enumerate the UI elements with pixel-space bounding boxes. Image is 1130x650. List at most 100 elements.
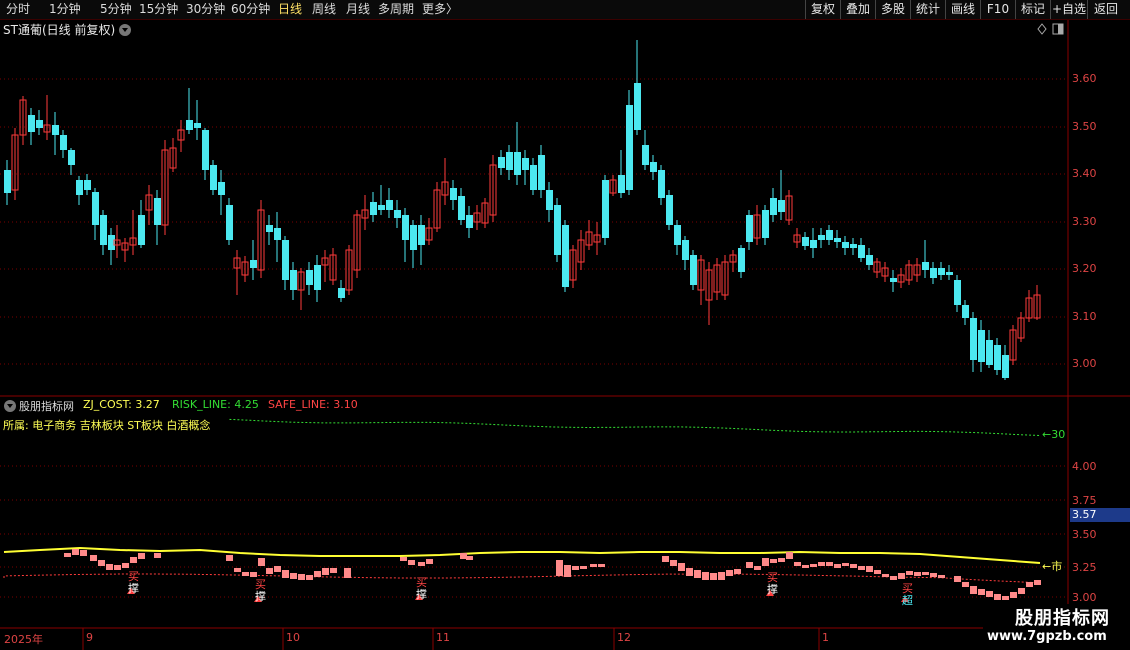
indicator-bar (258, 558, 265, 566)
candle-body (970, 318, 977, 360)
overlay-button[interactable]: 叠加 (840, 0, 875, 19)
candle-body (290, 270, 297, 290)
candle-body (818, 235, 825, 240)
stock-title-label: ST通葡(日线 前复权) (3, 23, 116, 37)
candle-body (994, 345, 1001, 370)
indicator-bar (930, 573, 937, 577)
candle-body (161, 149, 169, 226)
candle-body (1009, 329, 1017, 361)
period-tab-more[interactable]: 更多〉 (422, 2, 458, 17)
candle-body (19, 99, 27, 136)
signal-bottom: 撑 (416, 588, 427, 601)
candle-body (897, 274, 905, 283)
indicator-bar (418, 562, 425, 566)
indicator-bar (572, 566, 579, 570)
period-toolbar: 分时 1分钟 5分钟 15分钟 30分钟 60分钟 日线 周线 月线 多周期 更… (0, 0, 1130, 20)
candle-body (593, 234, 601, 243)
period-tab-60min[interactable]: 60分钟 (231, 2, 270, 17)
signal-bottom: 撑 (767, 583, 778, 596)
period-tab-monthly[interactable]: 月线 (346, 2, 370, 17)
back-button[interactable]: 返回 (1087, 0, 1124, 19)
signal-marker: 买撑 (416, 577, 427, 601)
indicator-bar (242, 572, 249, 576)
indicator-bar (770, 559, 777, 563)
candle-body (138, 215, 145, 245)
multi-stock-button[interactable]: 多股 (875, 0, 910, 19)
indicator-tick: 3.50 (1072, 528, 1097, 541)
date-tick: 12 (617, 631, 631, 644)
candle-body (353, 214, 361, 271)
candle-body (729, 254, 737, 263)
period-tab-daily[interactable]: 日线 (278, 2, 302, 17)
period-tab-30min[interactable]: 30分钟 (186, 2, 225, 17)
indicator-bar (106, 564, 113, 570)
candle-body (129, 237, 137, 246)
mark-button[interactable]: 标记 (1015, 0, 1050, 19)
add-watchlist-button[interactable]: +自选 (1050, 0, 1087, 19)
indicator-bar (746, 562, 753, 568)
period-tab-realtime[interactable]: 分时 (6, 2, 30, 17)
candle-body (121, 242, 129, 251)
maximize-icon[interactable] (1052, 23, 1064, 35)
candle-body (28, 115, 35, 132)
indicator-bar (818, 562, 825, 566)
candle-body (321, 257, 329, 266)
candle-body (881, 267, 889, 277)
candle-body (361, 209, 369, 219)
candle-body (481, 202, 489, 224)
period-tab-15min[interactable]: 15分钟 (139, 2, 178, 17)
price-tick: 3.50 (1072, 120, 1097, 133)
period-tab-multi[interactable]: 多周期 (378, 2, 414, 17)
safe-line (3, 573, 1035, 583)
candle-body (778, 200, 785, 212)
candle-body (626, 105, 633, 190)
statistics-button[interactable]: 统计 (910, 0, 945, 19)
candle-body (297, 271, 305, 291)
candle-body (873, 261, 881, 273)
diamond-icon[interactable] (1037, 23, 1047, 35)
indicator-bar (282, 570, 289, 578)
indicator-bar (726, 570, 733, 576)
chevron-down-icon[interactable] (4, 400, 16, 412)
candle-body (226, 205, 233, 240)
concept-tags: 所属: 电子商务 吉林板块 ST板块 白酒概念 (3, 419, 211, 432)
indicator-bar (810, 564, 817, 567)
period-tab-5min[interactable]: 5分钟 (100, 2, 132, 17)
indicator-name[interactable]: 股朋指标网 (4, 398, 74, 414)
indicator-bar (778, 558, 785, 562)
candle-body (746, 215, 753, 242)
candle-body (785, 195, 793, 221)
candle-body (585, 231, 593, 246)
period-tab-weekly[interactable]: 周线 (312, 2, 336, 17)
candle-body (562, 225, 569, 287)
f10-button[interactable]: F10 (980, 0, 1015, 19)
candle-body (922, 262, 929, 270)
candle-body (634, 83, 641, 130)
period-tab-1min[interactable]: 1分钟 (49, 2, 81, 17)
candle-body (218, 182, 225, 195)
candle-body (418, 225, 425, 245)
candle-body (314, 265, 321, 290)
candle-body (36, 120, 43, 128)
signal-marker: 买撑 (255, 579, 266, 603)
indicator-bar (114, 565, 121, 570)
fuquan-button[interactable]: 复权 (805, 0, 840, 19)
candle-body (609, 179, 617, 194)
indicator-tick: 3.25 (1072, 561, 1097, 574)
chevron-down-icon[interactable] (119, 24, 132, 36)
candle-body (682, 240, 689, 260)
indicator-bar (898, 573, 905, 579)
signal-bottom: 超 (902, 594, 913, 607)
candle-body (370, 202, 377, 215)
indicator-bar (306, 575, 313, 580)
stock-title[interactable]: ST通葡(日线 前复权) (3, 21, 132, 38)
candle-body (658, 170, 665, 198)
indicator-bar (922, 572, 929, 575)
date-tick: 2025年 (4, 633, 43, 646)
indicator-bar (1002, 596, 1009, 600)
draw-line-button[interactable]: 画线 (945, 0, 980, 19)
indicator-bar (850, 564, 857, 568)
market-marker: ←市 (1042, 560, 1063, 573)
indicator-bar (802, 565, 809, 568)
indicator-bar (970, 586, 977, 594)
